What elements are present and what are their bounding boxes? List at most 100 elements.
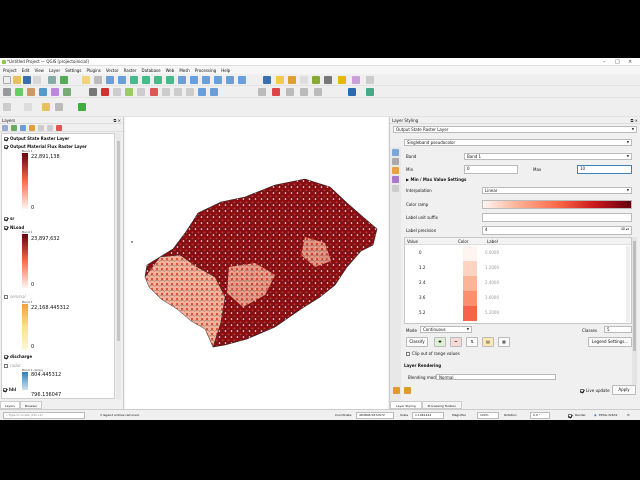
menu-web[interactable]: Web (166, 68, 175, 73)
identify-features-icon[interactable] (263, 76, 271, 84)
styling-scrollbar[interactable] (632, 237, 637, 385)
select-features-icon[interactable] (276, 76, 284, 84)
redo-icon[interactable] (404, 387, 411, 394)
menu-mesh[interactable]: Mesh (179, 68, 190, 73)
reverse-icon[interactable]: ⇅ (466, 337, 478, 347)
layer-visibility-checkbox[interactable] (4, 216, 8, 221)
tab-layer-styling[interactable]: Layer Styling (390, 401, 422, 409)
layer-tree-scrollbar[interactable] (116, 133, 121, 399)
zoom-full-icon[interactable] (130, 76, 138, 84)
layer-select[interactable]: Output State Raster Layer ▼ (393, 126, 637, 133)
clip-checkbox-row[interactable]: Clip out of range values (406, 351, 460, 356)
new-bookmark-icon[interactable] (202, 76, 210, 84)
data-source-manager-icon[interactable] (3, 88, 11, 96)
annotation-icon[interactable] (366, 76, 374, 84)
scale-field[interactable]: 1:1961444 (412, 412, 444, 419)
crs-label[interactable]: EPSG:32632 (599, 413, 618, 417)
layer-visibility-checkbox[interactable] (4, 363, 8, 368)
add-value-icon[interactable]: ✚ (434, 337, 446, 347)
interpolation-select[interactable]: Linear ▼ (482, 187, 632, 194)
zoom-to-selection-icon[interactable] (142, 76, 150, 84)
digitize-icon[interactable] (89, 88, 97, 96)
magnifier-field[interactable]: 100% (477, 412, 499, 419)
tracing-icon[interactable] (24, 103, 32, 111)
zoom-next-icon[interactable] (190, 76, 198, 84)
layout-manager-icon[interactable] (48, 76, 56, 84)
band-select[interactable]: Band 1 ▼ (464, 153, 632, 160)
max-input[interactable]: 10 (577, 165, 632, 174)
locator-search[interactable]: ⌕ Type to locate (Ctrl+K) (3, 412, 85, 419)
open-attribute-icon[interactable] (42, 103, 50, 111)
zoom-last-icon[interactable] (178, 76, 186, 84)
map-tips-icon[interactable] (352, 76, 360, 84)
zoom-out-icon[interactable] (118, 76, 126, 84)
tab-layers[interactable]: Layers (0, 401, 20, 409)
zoom-in-icon[interactable] (106, 76, 114, 84)
label-unit-input[interactable] (482, 213, 632, 222)
menu-help[interactable]: Help (221, 68, 230, 73)
pan-map-icon[interactable] (82, 76, 90, 84)
cut-features-icon[interactable] (162, 88, 170, 96)
measure-icon[interactable] (338, 76, 346, 84)
statistics-icon[interactable] (324, 76, 332, 84)
transparency-tab-icon[interactable] (392, 158, 399, 165)
add-mesh-layer-icon[interactable] (51, 88, 59, 96)
style-manager-icon[interactable] (60, 76, 68, 84)
show-bookmarks-icon[interactable] (214, 76, 222, 84)
menu-vector[interactable]: Vector (106, 68, 119, 73)
pan-to-selection-icon[interactable] (94, 76, 102, 84)
expand-all-icon[interactable] (38, 125, 44, 131)
min-input[interactable]: 0 (464, 165, 518, 174)
filter-legend-icon[interactable] (29, 125, 35, 131)
toggle-editing-icon[interactable] (101, 88, 109, 96)
label-move-icon[interactable] (300, 88, 308, 96)
refresh-icon[interactable] (238, 76, 246, 84)
open-project-icon[interactable] (13, 76, 21, 84)
row-color-swatch[interactable] (463, 261, 477, 276)
menu-edit[interactable]: Edit (22, 68, 30, 73)
undo-icon[interactable] (393, 387, 400, 394)
crs-icon[interactable]: ◉ (594, 413, 597, 417)
save-project-icon[interactable] (23, 76, 31, 84)
run-icon[interactable] (78, 103, 86, 111)
table-row[interactable]: 3.6 3.6000 (405, 291, 631, 306)
renderer-select[interactable]: Singleband pseudocolor ▼ (404, 139, 632, 146)
collapse-all-icon[interactable] (47, 125, 53, 131)
field-calculator-icon[interactable] (312, 76, 320, 84)
zoom-native-icon[interactable] (166, 76, 174, 84)
add-group-icon[interactable] (11, 125, 17, 131)
open-layer-styling-icon[interactable] (2, 125, 8, 131)
row-color-swatch[interactable] (463, 306, 477, 321)
blending-mode-select[interactable]: Normal (436, 374, 556, 380)
panel-close-icon[interactable]: ⧉ × (114, 117, 121, 124)
label-rotate-icon[interactable] (314, 88, 322, 96)
layer-visibility-checkbox[interactable] (4, 136, 8, 141)
paste-features-icon[interactable] (186, 88, 194, 96)
layer-visibility-checkbox[interactable] (3, 387, 7, 392)
python-console-icon[interactable] (348, 88, 356, 96)
live-update-row[interactable]: Live update (580, 388, 610, 393)
menu-plugins[interactable]: Plugins (87, 68, 101, 73)
new-project-icon[interactable] (3, 76, 11, 84)
add-csv-icon[interactable] (63, 88, 71, 96)
delete-selected-icon[interactable] (150, 88, 158, 96)
classes-table-scrollbar[interactable] (626, 246, 630, 322)
menu-database[interactable]: Database (141, 68, 160, 73)
symbology-tab-icon[interactable] (392, 149, 399, 156)
export-colors-icon[interactable]: ▦ (498, 337, 510, 347)
classify-button[interactable]: Classify (406, 337, 428, 347)
copy-features-icon[interactable] (174, 88, 182, 96)
layer-row[interactable]: sr (4, 216, 14, 221)
row-color-swatch[interactable] (463, 246, 477, 261)
map-canvas[interactable] (125, 117, 388, 409)
tab-browser[interactable]: Browser (19, 401, 43, 409)
minimize-icon[interactable]: – (603, 59, 606, 65)
table-row[interactable]: 2.4 2.4000 (405, 276, 631, 291)
messages-icon[interactable]: ✉ (627, 413, 630, 417)
menu-settings[interactable]: Settings (65, 68, 81, 73)
layer-visibility-checkbox[interactable] (4, 294, 8, 299)
add-raster-layer-icon[interactable] (27, 88, 35, 96)
add-feature-icon[interactable] (125, 88, 133, 96)
scrollbar-thumb[interactable] (117, 141, 120, 341)
spinbox-arrows-icon[interactable]: ⌫ ▴▾ (621, 227, 629, 232)
